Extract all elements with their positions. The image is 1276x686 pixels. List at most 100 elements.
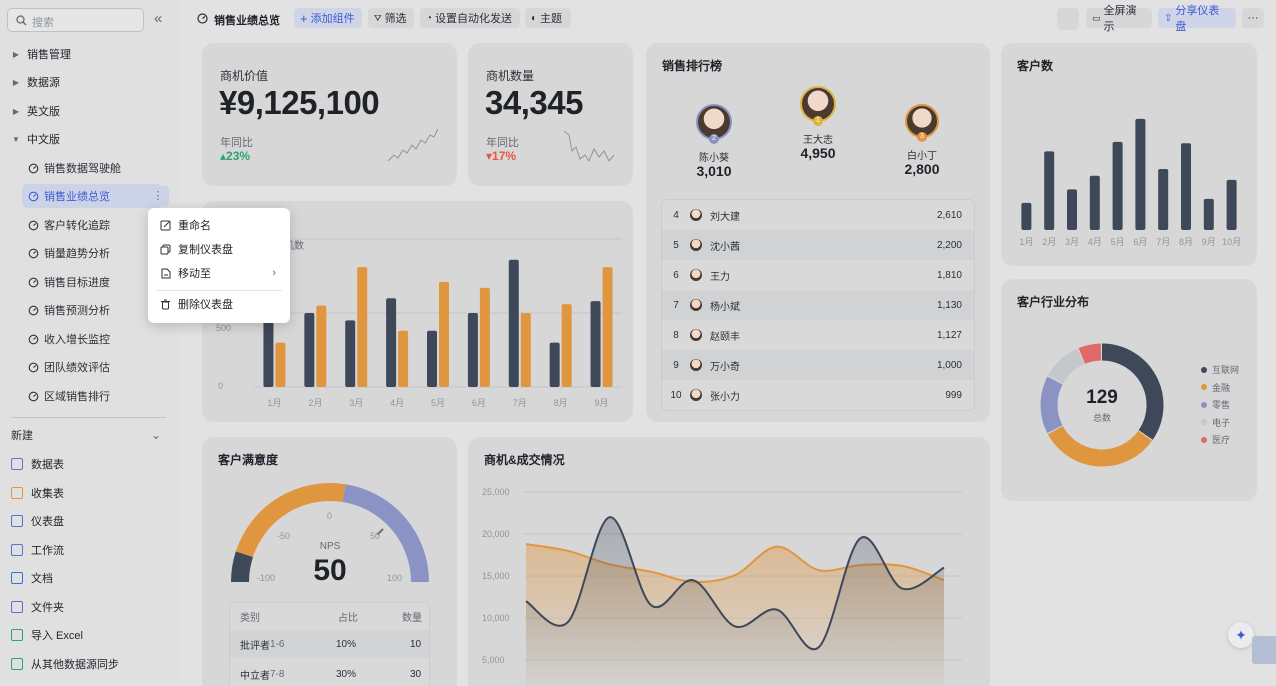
new-item[interactable]: 仪表盘 — [8, 509, 168, 533]
sidebar-dashboard-item[interactable]: 团队绩效评估 — [22, 355, 162, 379]
legend-item: 电子 — [1201, 416, 1230, 429]
sidebar-dashboard-item[interactable]: 销售数据驾驶舱 — [22, 156, 162, 180]
rank-name: 王力 — [710, 271, 730, 283]
chevron-right-icon: › — [272, 267, 276, 279]
ai-assistant-button[interactable]: ✦ — [1228, 622, 1254, 648]
bar — [549, 342, 560, 387]
new-section-header[interactable]: 新建 ⌄ — [11, 423, 161, 447]
dashboard-label: 销售目标进度 — [44, 277, 110, 289]
bar — [304, 313, 315, 387]
dashboard-label: 销售业绩总览 — [44, 191, 110, 203]
new-item[interactable]: 收集表 — [8, 481, 168, 505]
sidebar-group-chinese[interactable]: ▼ 中文版 — [0, 127, 178, 151]
header-cell: 数量 — [402, 612, 422, 624]
bar — [1181, 143, 1191, 230]
collapse-sidebar-icon[interactable]: « — [154, 11, 162, 27]
fullscreen-button[interactable]: ▭ 全屏演示 — [1086, 5, 1152, 33]
filter-label: 筛选 — [384, 13, 407, 25]
automation-button[interactable]: ◔ 设置自动化发送 — [420, 8, 520, 28]
bar — [316, 305, 327, 387]
excel-icon — [11, 629, 23, 641]
rank-name: 沈小茜 — [710, 241, 740, 253]
legend-swatch — [1201, 436, 1207, 443]
sidebar-group-english[interactable]: ▶ 英文版 — [0, 99, 178, 123]
rank-number: 7 — [673, 299, 679, 311]
sidebar-dashboard-item[interactable]: 销售目标进度 — [22, 270, 162, 294]
caret-right-icon: ▶ — [12, 106, 20, 116]
fullscreen-label: 全屏演示 — [1103, 5, 1137, 33]
rank-value: 1,127 — [936, 329, 962, 341]
legend-label: 医疗 — [1212, 435, 1231, 445]
count-cell: 10 — [410, 638, 422, 650]
sidebar-dashboard-item[interactable]: 客户转化追踪 — [22, 213, 162, 237]
menu-label: 复制仪表盘 — [178, 244, 233, 256]
y-tick-label: 20,000 — [482, 529, 510, 539]
legend-item: 互联网 — [1201, 363, 1239, 376]
dashboard-label: 销售数据驾驶舱 — [44, 163, 121, 175]
yoy-value: 23% — [226, 149, 251, 163]
rank-value: 1,810 — [936, 269, 962, 281]
theme-button[interactable]: ◐ 主题 — [525, 8, 571, 28]
rank-number: 8 — [673, 329, 679, 341]
bar — [1067, 189, 1077, 230]
gauge-tick: 50 — [370, 531, 381, 541]
add-widget-button[interactable]: + 添加组件 — [294, 8, 362, 28]
new-item[interactable]: 文件夹 — [8, 595, 168, 619]
new-item[interactable]: 导入 Excel — [8, 623, 168, 647]
menu-copy-dashboard[interactable]: 复制仪表盘 — [148, 237, 290, 261]
avatar — [690, 329, 702, 341]
sidebar-group-sales[interactable]: ▶ 销售管理 — [0, 42, 178, 66]
sidebar-dashboard-item[interactable]: 销售预测分析 — [22, 298, 162, 322]
group-label: 销售管理 — [27, 49, 71, 61]
filter-button[interactable]: ⛛ 筛选 — [368, 8, 414, 28]
new-item[interactable]: 文档 — [8, 566, 168, 590]
menu-rename[interactable]: 重命名 — [148, 213, 290, 237]
table-row: 8 赵颐丰 1,127 — [662, 320, 974, 350]
doc-icon — [11, 572, 23, 584]
rank-value: 1,000 — [936, 359, 962, 371]
side-panel-tab[interactable] — [1252, 636, 1276, 664]
table-row: 4 刘大建 2,610 — [662, 200, 974, 230]
range-cell: 7-8 — [270, 668, 285, 680]
filter-icon: ⛛ — [374, 12, 382, 23]
menu-move-to[interactable]: 移动至 › — [148, 261, 290, 285]
bar — [275, 342, 286, 387]
share-dashboard-button[interactable]: ⇪ 分享仪表盘 — [1158, 5, 1236, 33]
x-tick-label: 2月 — [308, 398, 322, 408]
x-tick-label: 6月 — [1133, 237, 1147, 247]
search-icon — [16, 15, 27, 26]
legend-label: 电子 — [1212, 417, 1231, 428]
avatar-placeholder[interactable] — [1057, 8, 1079, 30]
sparkline — [563, 130, 615, 163]
more-button[interactable]: ··· — [1242, 8, 1264, 28]
podium-value: 3,010 — [696, 163, 732, 179]
search-input[interactable]: 搜索 — [7, 8, 144, 32]
sidebar-dashboard-item[interactable]: 区域销售排行 — [22, 384, 162, 408]
donut-slice — [1101, 343, 1164, 440]
new-item-label: 从其他数据源同步 — [31, 659, 119, 671]
group-label: 数据源 — [27, 77, 60, 89]
new-item-label: 工作流 — [31, 545, 64, 557]
dashboard-label: 区域销售排行 — [44, 391, 110, 403]
yoy-label: 年同比 — [220, 137, 253, 149]
sidebar-dashboard-item[interactable]: 销售业绩总览 — [22, 184, 162, 208]
sidebar-dashboard-item[interactable]: 收入增长监控 — [22, 327, 162, 351]
legend-label: 互联网 — [1212, 365, 1240, 375]
x-tick-label: 9月 — [1202, 237, 1216, 247]
new-item[interactable]: 从其他数据源同步 — [8, 652, 168, 676]
x-tick-label: 1月 — [267, 398, 281, 408]
menu-delete-dashboard[interactable]: 删除仪表盘 — [148, 292, 290, 316]
copy-icon — [160, 244, 171, 254]
presentation-icon: ▭ — [1092, 12, 1101, 23]
rank-name: 赵颐丰 — [710, 331, 740, 343]
item-more-button[interactable]: ⋮ — [147, 186, 169, 206]
category-cell: 中立者 — [240, 670, 270, 682]
sidebar-group-datasource[interactable]: ▶ 数据源 — [0, 70, 178, 94]
pct-cell: 30% — [336, 668, 357, 680]
bar — [1044, 151, 1055, 230]
bar — [561, 304, 572, 387]
new-item[interactable]: 数据表 — [8, 452, 168, 476]
new-item[interactable]: 工作流 — [8, 538, 168, 562]
sidebar-dashboard-item[interactable]: 销量趋势分析 — [22, 241, 162, 265]
legend-swatch — [1201, 419, 1207, 425]
